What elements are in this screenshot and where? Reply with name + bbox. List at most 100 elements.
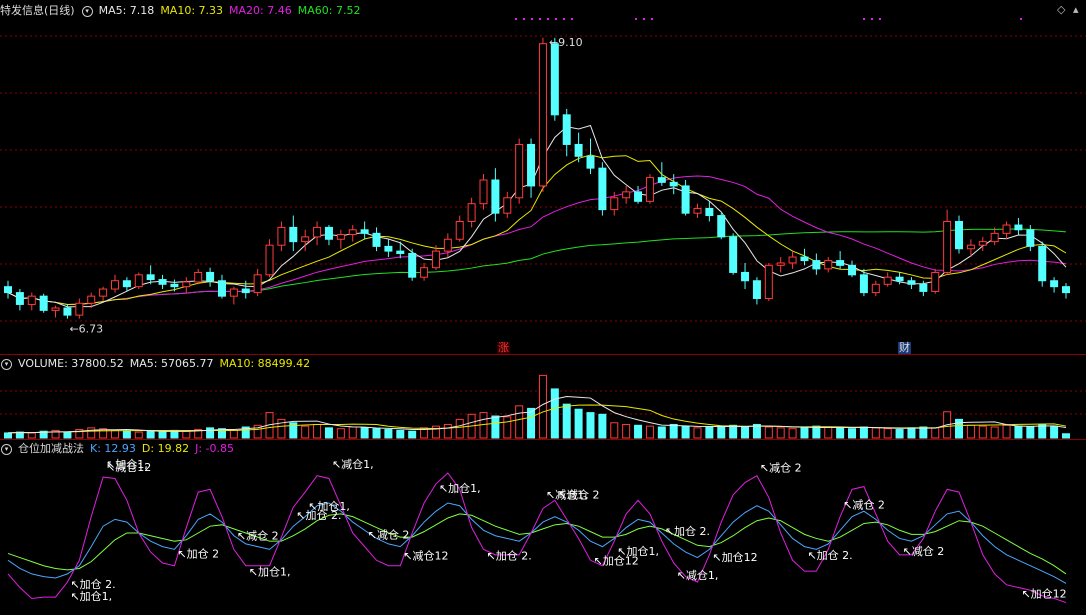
signal-dot-11	[863, 18, 865, 20]
signal-label-6: ↖加仓1,	[249, 565, 291, 579]
candle-body-23	[277, 226, 286, 246]
signal-label-18: ↖加仓 2.	[665, 524, 710, 538]
signal-dot-1	[523, 18, 525, 20]
j-readout: J: -0.85	[195, 442, 235, 455]
volume-bar-53	[634, 424, 643, 439]
volume-bar-70	[836, 427, 845, 439]
volume-bar-54	[645, 425, 654, 439]
volume-bar-19	[229, 429, 238, 439]
j-line	[7, 472, 1067, 604]
signal-dot-2	[531, 18, 533, 20]
volume-readout: VOLUME: 37800.52	[18, 357, 124, 370]
signal-label-19: ↖减仓1,	[677, 568, 719, 582]
volume-bar-15	[182, 430, 191, 439]
candle-body-74	[883, 276, 892, 285]
candle-body-49	[586, 155, 595, 169]
volume-bar-44	[527, 407, 536, 439]
candle-body-83	[990, 232, 999, 243]
candle-body-80	[955, 220, 964, 250]
volume-bar-61	[729, 424, 738, 439]
candle-body-7	[87, 295, 96, 304]
volume-bar-10	[122, 430, 131, 439]
signal-label-10: ↖减仓 2	[368, 528, 410, 542]
volume-bar-66	[788, 428, 797, 439]
candle-body-65	[776, 262, 785, 266]
candle-body-72	[859, 274, 868, 294]
volume-bar-56	[669, 423, 678, 439]
volume-bar-5	[63, 431, 72, 439]
candle-body-88	[1050, 280, 1059, 288]
volume-bar-36	[431, 425, 440, 439]
candle-body-61	[729, 236, 738, 273]
signal-label-13: ↖加仓 2.	[487, 548, 532, 562]
candle-body-45	[538, 43, 547, 187]
signal-dot-14	[1020, 18, 1022, 20]
candle-body-17	[206, 271, 215, 282]
signal-dot-5	[555, 18, 557, 20]
signal-label-0: ↖加仓 2.	[70, 577, 115, 591]
high-price-label: ←9.10	[549, 36, 583, 49]
volume-bar-26	[313, 423, 322, 439]
volume-bar-13	[158, 431, 167, 439]
candle-body-37	[443, 238, 452, 252]
signal-label-5: ↖减仓 2	[237, 528, 279, 542]
candle-body-52	[622, 191, 631, 199]
candle-body-59	[705, 207, 714, 217]
candle-body-47	[562, 114, 571, 145]
candle-body-25	[301, 236, 310, 243]
candle-body-54	[645, 177, 654, 202]
ma5-line	[7, 124, 1067, 308]
volume-bar-33	[396, 429, 405, 439]
candle-body-12	[146, 274, 155, 281]
volume-bar-59	[705, 426, 714, 439]
candle-body-6	[75, 302, 84, 316]
candle-body-89	[1062, 286, 1070, 294]
volume-bar-47	[562, 403, 571, 439]
limit-up-badge[interactable]: 涨	[497, 342, 510, 354]
volume-bar-7	[87, 427, 96, 439]
candle-body-67	[800, 256, 809, 262]
candle-body-40	[479, 179, 488, 205]
signal-dot-10	[651, 18, 653, 20]
candle-body-81	[966, 244, 975, 250]
candle-body-34	[408, 252, 417, 278]
volume-bar-75	[895, 429, 904, 439]
candle-body-21	[253, 274, 262, 294]
volume-bar-41	[491, 415, 500, 439]
candle-body-14	[170, 283, 179, 288]
candle-body-15	[182, 281, 191, 288]
volume-bar-43	[515, 405, 524, 439]
signal-dot-8	[635, 18, 637, 20]
k-line	[7, 502, 1067, 584]
volume-bar-34	[408, 430, 417, 439]
candle-body-82	[978, 241, 987, 246]
volume-bar-31	[372, 428, 381, 439]
candle-body-43	[515, 143, 524, 199]
candle-body-9	[110, 280, 119, 290]
candle-body-60	[717, 215, 726, 238]
finance-badge[interactable]: 财	[898, 342, 911, 354]
vol-ma5-readout: MA5: 57065.77	[129, 357, 214, 370]
candle-body-66	[788, 256, 797, 264]
volume-bar-74	[883, 428, 892, 439]
volume-bar-88	[1050, 425, 1059, 439]
volume-bar-37	[443, 423, 452, 439]
signal-dot-6	[563, 18, 565, 20]
volume-bar-17	[206, 427, 215, 439]
volume-bar-72	[859, 426, 868, 439]
signal-label-15: ↖减仓 2	[558, 487, 600, 501]
candle-body-33	[396, 250, 405, 254]
pane-separator-1	[0, 354, 1086, 355]
ma20-line	[7, 175, 1067, 305]
candle-body-35	[420, 267, 429, 278]
collapse-icon[interactable]: ▾	[1, 443, 12, 455]
candle-body-62	[741, 271, 750, 282]
candle-body-19	[229, 288, 238, 297]
volume-pane-header: ▾ VOLUME: 37800.52 MA5: 57065.77 MA10: 8849…	[0, 356, 316, 372]
volume-bar-69	[824, 426, 833, 439]
volume-bar-76	[907, 427, 916, 439]
volume-bar-58	[693, 427, 702, 439]
collapse-icon[interactable]: ▾	[1, 358, 12, 370]
candle-body-53	[634, 191, 643, 202]
volume-bar-65	[776, 427, 785, 439]
